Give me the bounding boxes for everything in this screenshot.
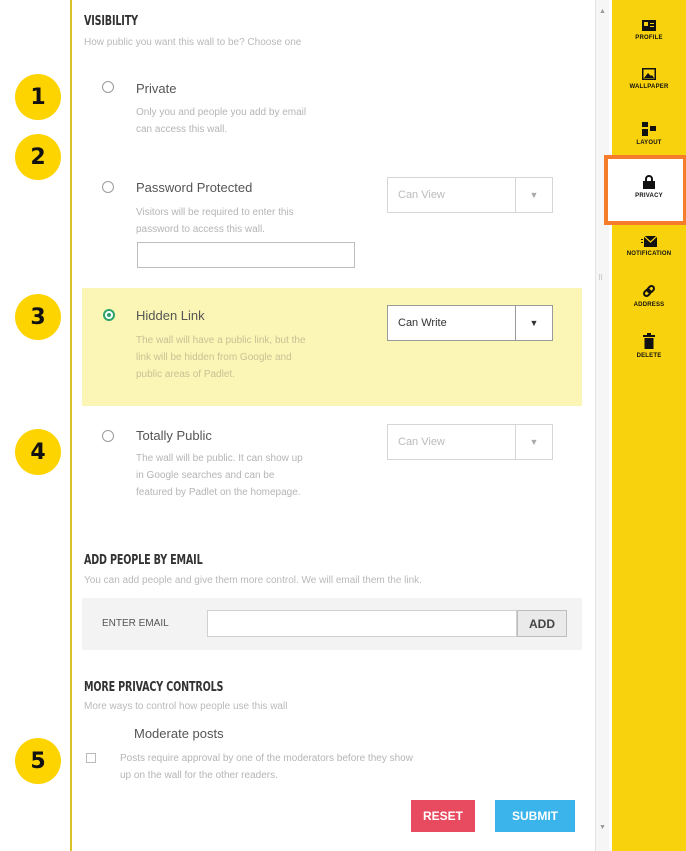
sidebar-item-delete[interactable]: DELETE — [612, 333, 686, 359]
step-badge-5: 5 — [15, 738, 61, 784]
sidebar-item-label: ADDRESS — [633, 302, 665, 308]
trash-icon — [643, 333, 655, 349]
option-private-desc-line: can access this wall. — [136, 124, 228, 135]
option-hidden-link[interactable]: Hidden Link The wall will have a public … — [82, 288, 582, 406]
sidebar-item-wallpaper[interactable]: WALLPAPER — [612, 68, 686, 90]
submit-button[interactable]: SUBMIT — [495, 800, 575, 832]
sidebar-item-layout[interactable]: LAYOUT — [612, 122, 686, 146]
scroll-up-icon[interactable]: ▲ — [599, 8, 606, 15]
sidebar-item-privacy[interactable]: PRIVACY — [612, 175, 686, 199]
radio-totally-public[interactable] — [102, 430, 114, 442]
scroll-down-icon[interactable]: ▼ — [599, 824, 606, 831]
option-password-desc: Visitors will be required to enter this … — [136, 204, 294, 238]
add-people-subtitle: You can add people and give them more co… — [84, 575, 422, 586]
add-email-button[interactable]: ADD — [517, 610, 567, 637]
sidebar-item-profile[interactable]: PROFILE — [612, 20, 686, 41]
password-permission-select[interactable]: Can View ▼ — [387, 177, 553, 213]
option-password-protected[interactable]: Password Protected Visitors will be requ… — [82, 160, 582, 275]
layout-icon — [642, 122, 656, 136]
option-totally-public-desc-line: The wall will be public. It can show up — [136, 453, 303, 464]
option-hidden-link-desc-line: link will be hidden from Google and — [136, 352, 292, 363]
chevron-down-icon: ▼ — [515, 178, 552, 212]
notification-icon — [641, 236, 657, 247]
moderate-posts-desc-line: up on the wall for the other readers. — [120, 770, 278, 781]
option-totally-public[interactable]: Totally Public The wall will be public. … — [82, 412, 582, 522]
add-people-title: ADD PEOPLE BY EMAIL — [84, 553, 203, 568]
option-totally-public-label: Totally Public — [136, 428, 212, 443]
sidebar-item-address[interactable]: ADDRESS — [612, 284, 686, 308]
option-private[interactable]: Private Only you and people you add by e… — [82, 70, 582, 160]
sidebar-item-label: LAYOUT — [636, 140, 662, 146]
privacy-settings-panel: VISIBILITY How public you want this wall… — [70, 0, 595, 851]
option-totally-public-desc-line: in Google searches and can be — [136, 470, 275, 481]
totally-public-permission-select[interactable]: Can View ▼ — [387, 424, 553, 460]
sidebar-item-label: PRIVACY — [635, 193, 663, 199]
lock-icon — [643, 175, 655, 189]
step-badge-4: 4 — [15, 429, 61, 475]
hidden-link-permission-select[interactable]: Can Write ▼ — [387, 305, 553, 341]
password-permission-value: Can View — [398, 189, 445, 201]
resize-handle-icon[interactable]: ⠿ — [598, 274, 603, 282]
more-controls-subtitle: More ways to control how people use this… — [84, 701, 288, 712]
option-private-desc-line: Only you and people you add by email — [136, 107, 307, 118]
moderate-posts-desc-line: Posts require approval by one of the mod… — [120, 753, 413, 764]
visibility-subtitle: How public you want this wall to be? Cho… — [84, 37, 302, 48]
option-private-label: Private — [136, 81, 177, 96]
scrollbar[interactable]: ▲ ⠿ ▼ — [595, 0, 609, 851]
profile-icon — [642, 20, 656, 31]
email-input[interactable] — [207, 610, 517, 637]
chevron-down-icon: ▼ — [515, 425, 552, 459]
moderate-posts-checkbox[interactable] — [86, 753, 96, 763]
option-hidden-link-desc-line: The wall will have a public link, but th… — [136, 335, 306, 346]
more-controls-title: MORE PRIVACY CONTROLS — [84, 680, 224, 695]
sidebar-item-label: DELETE — [636, 353, 662, 359]
option-totally-public-desc: The wall will be public. It can show up … — [136, 450, 303, 501]
option-password-desc-line: Visitors will be required to enter this — [136, 207, 294, 218]
chevron-down-icon: ▼ — [515, 306, 552, 340]
password-input[interactable] — [137, 242, 355, 268]
radio-hidden-link[interactable] — [103, 309, 115, 321]
enter-email-label: ENTER EMAIL — [102, 618, 169, 629]
option-totally-public-desc-line: featured by Padlet on the homepage. — [136, 487, 301, 498]
option-password-label: Password Protected — [136, 180, 253, 195]
add-email-row: ENTER EMAIL ADD — [82, 598, 582, 650]
sidebar-item-label: WALLPAPER — [629, 84, 669, 90]
sidebar-item-label: NOTIFICATION — [626, 251, 672, 257]
sidebar-item-notification[interactable]: NOTIFICATION — [612, 236, 686, 257]
radio-password-protected[interactable] — [102, 181, 114, 193]
radio-private[interactable] — [102, 81, 114, 93]
step-badge-1: 1 — [15, 74, 61, 120]
option-password-desc-line: password to access this wall. — [136, 224, 265, 235]
moderate-posts-label: Moderate posts — [134, 726, 224, 741]
reset-button[interactable]: RESET — [411, 800, 475, 832]
step-badge-3: 3 — [15, 294, 61, 340]
visibility-title: VISIBILITY — [84, 14, 138, 29]
wallpaper-icon — [642, 68, 656, 80]
option-hidden-link-desc-line: public areas of Padlet. — [136, 369, 235, 380]
option-hidden-link-label: Hidden Link — [136, 308, 205, 323]
step-badge-2: 2 — [15, 134, 61, 180]
link-icon — [643, 285, 655, 297]
moderate-posts-desc: Posts require approval by one of the mod… — [120, 750, 413, 784]
totally-public-permission-value: Can View — [398, 436, 445, 448]
hidden-link-permission-value: Can Write — [398, 317, 447, 329]
option-private-desc: Only you and people you add by email can… — [136, 104, 306, 138]
sidebar-item-label: PROFILE — [635, 35, 663, 41]
option-hidden-link-desc: The wall will have a public link, but th… — [136, 332, 306, 383]
